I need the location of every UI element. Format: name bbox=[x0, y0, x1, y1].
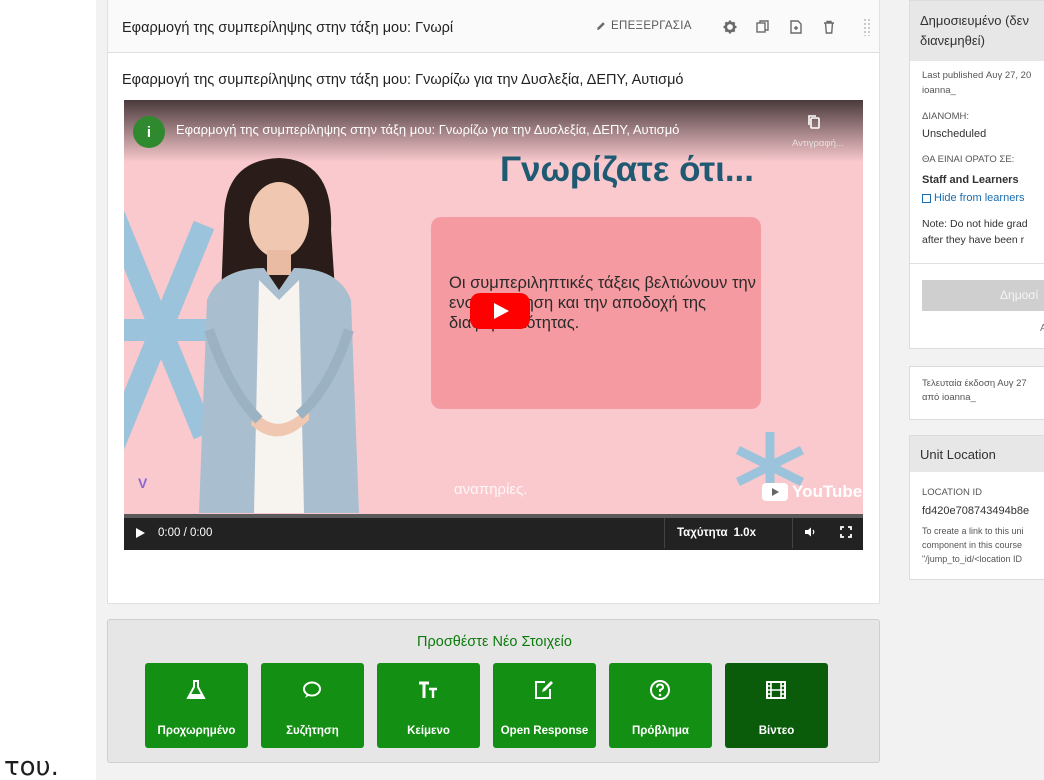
video-controls-bar: 0:00 / 0:00 Ταχύτητα 1.0x bbox=[124, 514, 863, 550]
add-video-label: Βίντεο bbox=[758, 725, 795, 737]
add-component-title: Προσθέστε Νέο Στοιχείο bbox=[417, 634, 572, 650]
unit-location-card: Unit Location LOCATION ID fd420e70874349… bbox=[909, 435, 1044, 580]
main-column: Εφαρμογή της συμπερίληψης στην τάξη μου:… bbox=[96, 0, 891, 780]
youtube-logo[interactable]: YouTube bbox=[762, 482, 862, 502]
move-icon[interactable] bbox=[788, 19, 804, 35]
location-help-line-3: "/jump_to_id/<location ID bbox=[922, 554, 1023, 564]
release-value: Unscheduled bbox=[922, 128, 987, 140]
text-icon bbox=[419, 681, 437, 698]
youtube-play-button[interactable] bbox=[470, 293, 530, 329]
edit-button[interactable]: ΕΠΕΞΕΡΓΑΣΙΑ bbox=[596, 20, 692, 32]
location-help-line-1: To create a link to this uni bbox=[922, 526, 1024, 536]
last-edit-card: Τελευταία έκδοση Αυγ 27 από ioanna_ bbox=[909, 366, 1044, 420]
play-icon[interactable] bbox=[136, 528, 145, 538]
drag-handle[interactable] bbox=[863, 18, 871, 36]
location-id-label: LOCATION ID bbox=[922, 487, 982, 498]
add-advanced-button[interactable]: Προχωρημένο bbox=[145, 663, 248, 748]
note-line-1: Note: Do not hide grad bbox=[922, 218, 1028, 230]
add-text-label: Κείμενο bbox=[407, 725, 450, 737]
publish-status-line-2: διανεμηθεί) bbox=[920, 33, 985, 48]
publish-status-line-1: Δημοσιευμένο (δεν bbox=[920, 13, 1029, 28]
hide-from-learners-label: Hide from learners bbox=[934, 192, 1025, 204]
youtube-wordmark: YouTube bbox=[792, 482, 863, 501]
gear-icon[interactable] bbox=[722, 19, 738, 35]
divider bbox=[910, 263, 1044, 264]
speed-control[interactable]: Ταχύτητα 1.0x bbox=[664, 518, 793, 548]
add-discussion-label: Συζήτηση bbox=[286, 725, 339, 737]
edit-button-label: ΕΠΕΞΕΡΓΑΣΙΑ bbox=[611, 20, 692, 32]
add-component-panel: Προσθέστε Νέο Στοιχείο Προχωρημένο Συζήτ… bbox=[107, 619, 880, 763]
video-progress-bar[interactable] bbox=[124, 514, 863, 518]
add-problem-button[interactable]: Πρόβλημα bbox=[609, 663, 712, 748]
youtube-play-glyph-icon bbox=[762, 483, 788, 501]
stray-text-fragment: του. bbox=[4, 752, 59, 780]
delete-icon[interactable] bbox=[821, 19, 837, 35]
publish-status-header: Δημοσιευμένο (δεν διανεμηθεί) bbox=[910, 1, 1044, 61]
copy-link-icon[interactable] bbox=[806, 114, 822, 130]
speed-value: 1.0x bbox=[733, 527, 756, 539]
channel-avatar[interactable]: i bbox=[133, 116, 165, 148]
video-component-block: Εφαρμογή της συμπερίληψης στην τάξη μου:… bbox=[107, 0, 880, 604]
publish-status-card: Δημοσιευμένο (δεν διανεμηθεί) Last publi… bbox=[909, 0, 1044, 349]
video-time: 0:00 / 0:00 bbox=[158, 527, 213, 539]
video-player[interactable]: i Εφαρμογή της συμπερίληψης στην τάξη μο… bbox=[124, 100, 863, 550]
last-published-text: Last published Αυγ 27, 20 bbox=[922, 70, 1032, 81]
publish-button[interactable]: Δημοσί bbox=[922, 280, 1044, 311]
visibility-value: Staff and Learners bbox=[922, 174, 1019, 186]
video-title[interactable]: Εφαρμογή της συμπερίληψης στην τάξη μου:… bbox=[176, 122, 679, 137]
slide-caption-text: αναπηρίες. bbox=[454, 481, 528, 498]
speed-label: Ταχύτητα bbox=[677, 527, 728, 539]
add-open-response-button[interactable]: Open Response bbox=[493, 663, 596, 748]
component-header: Εφαρμογή της συμπερίληψης στην τάξη μου:… bbox=[108, 0, 879, 53]
flask-icon bbox=[186, 680, 206, 699]
add-open-response-label: Open Response bbox=[500, 725, 589, 737]
slide-heading: Γνωρίζατε ότι... bbox=[500, 150, 754, 189]
pencil-icon bbox=[597, 22, 605, 30]
speech-bubble-icon bbox=[303, 681, 321, 698]
published-by-text: ioanna_ bbox=[922, 85, 956, 96]
duplicate-icon[interactable] bbox=[755, 19, 771, 35]
add-discussion-button[interactable]: Συζήτηση bbox=[261, 663, 364, 748]
question-circle-icon bbox=[650, 680, 670, 700]
publish-button-label: Δημοσί bbox=[1000, 288, 1039, 302]
add-video-button[interactable]: Βίντεο bbox=[725, 663, 828, 748]
location-help-line-2: component in this course bbox=[922, 540, 1023, 550]
component-title: Εφαρμογή της συμπερίληψης στην τάξη μου:… bbox=[122, 20, 454, 36]
add-advanced-label: Προχωρημένο bbox=[157, 725, 236, 737]
visibility-label: ΘΑ ΕΙΝΑΙ ΟΡΑΤΟ ΣΕ: bbox=[922, 154, 1015, 165]
right-sidebar: Δημοσιευμένο (δεν διανεμηθεί) Last publi… bbox=[891, 0, 1044, 780]
watermark-logo: V bbox=[138, 475, 148, 491]
fullscreen-icon[interactable] bbox=[840, 526, 852, 538]
add-problem-label: Πρόβλημα bbox=[632, 725, 689, 737]
last-edit-line-1: Τελευταία έκδοση Αυγ 27 bbox=[922, 378, 1027, 389]
left-margin bbox=[0, 0, 96, 780]
presenter-figure bbox=[199, 158, 359, 513]
location-id-value[interactable]: fd420e708743494b8e bbox=[922, 505, 1029, 517]
publish-extra-text: Α bbox=[1040, 323, 1044, 334]
last-edit-line-2: από ioanna_ bbox=[922, 392, 976, 403]
note-line-2: after they have been r bbox=[922, 234, 1025, 246]
video-display-name: Εφαρμογή της συμπερίληψης στην τάξη μου:… bbox=[122, 72, 684, 88]
volume-icon[interactable] bbox=[804, 526, 816, 538]
add-text-button[interactable]: Κείμενο bbox=[377, 663, 480, 748]
edit-document-icon bbox=[535, 681, 553, 699]
checkbox-icon bbox=[922, 193, 931, 203]
copy-link-label[interactable]: Αντιγραφή... bbox=[792, 138, 844, 149]
film-icon bbox=[766, 681, 786, 699]
unit-location-header: Unit Location bbox=[910, 436, 1044, 472]
hide-from-learners-checkbox[interactable]: Hide from learners bbox=[922, 192, 1024, 204]
release-label: ΔΙΑΝΟΜΗ: bbox=[922, 111, 969, 122]
unit-location-title: Unit Location bbox=[920, 447, 996, 462]
